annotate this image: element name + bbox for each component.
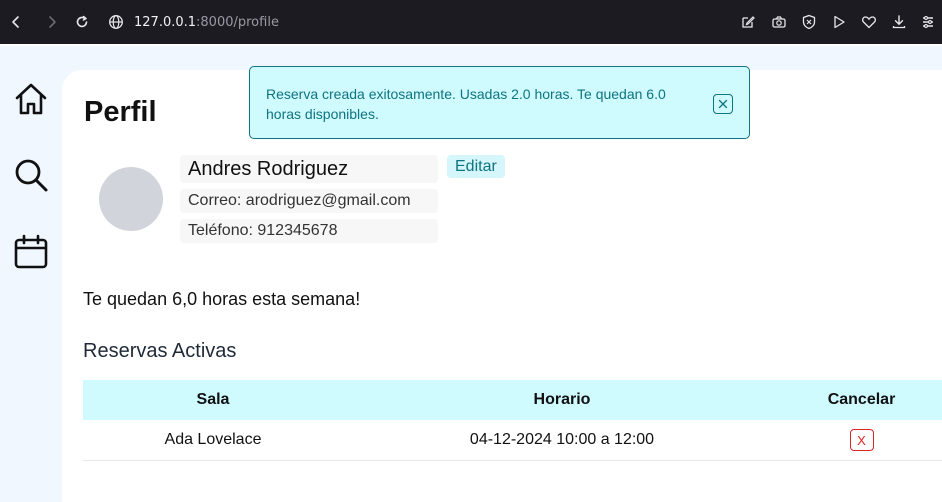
globe-icon (108, 14, 124, 30)
search-icon[interactable] (12, 156, 50, 194)
cancel-cell: X (781, 429, 942, 451)
home-icon[interactable] (12, 80, 50, 118)
toast-message: Reserva creada exitosamente. Usadas 2.0 … (266, 86, 666, 122)
profile-phone-field: Teléfono: 912345678 (180, 219, 438, 243)
remaining-hours-message: Te quedan 6,0 horas esta semana! (83, 289, 361, 309)
edit-profile-button[interactable]: Editar (447, 155, 505, 178)
table-row: Ada Lovelace 04-12-2024 10:00 a 12:00 X (83, 420, 942, 461)
reload-icon[interactable] (72, 12, 92, 32)
url-text: 127.0.0.1:8000/profile (134, 14, 279, 30)
forward-icon[interactable] (42, 12, 62, 32)
profile-name: Andres Rodriguez (188, 157, 349, 180)
play-icon[interactable] (829, 12, 849, 32)
menu-icon[interactable] (918, 12, 938, 32)
page-title: Perfil (84, 96, 157, 128)
back-icon[interactable] (6, 12, 26, 32)
address-bar[interactable]: 127.0.0.1:8000/profile (108, 11, 279, 33)
download-icon[interactable] (889, 12, 909, 32)
avatar (99, 167, 163, 231)
shield-icon[interactable] (799, 12, 819, 32)
reservation-room: Ada Lovelace (164, 431, 262, 448)
profile-name-field: Andres Rodriguez (180, 155, 438, 183)
cancel-reservation-button[interactable]: X (849, 429, 874, 451)
browser-divider (0, 44, 942, 46)
heart-icon[interactable] (859, 12, 879, 32)
table-header: Sala Horario Cancelar (83, 380, 942, 420)
profile-email-field: Correo: arodriguez@gmail.com (180, 189, 438, 213)
column-header-cancel: Cancelar (827, 391, 896, 408)
camera-icon[interactable] (769, 12, 789, 32)
profile-email: Correo: arodriguez@gmail.com (188, 192, 411, 209)
success-toast: Reserva creada exitosamente. Usadas 2.0 … (249, 66, 750, 139)
profile-phone: Teléfono: 912345678 (188, 222, 338, 239)
column-header-schedule: Horario (533, 391, 591, 408)
close-icon[interactable] (713, 94, 733, 114)
column-header-room: Sala (196, 391, 230, 408)
reservations-table: Sala Horario Cancelar Ada Lovelace 04-12… (83, 380, 942, 461)
section-title-active-reservations: Reservas Activas (83, 340, 237, 362)
browser-toolbar: 127.0.0.1:8000/profile (0, 0, 942, 44)
calendar-icon[interactable] (12, 233, 50, 271)
reservation-schedule: 04-12-2024 10:00 a 12:00 (469, 431, 655, 448)
edit-page-icon[interactable] (738, 12, 758, 32)
sidebar (0, 46, 62, 502)
